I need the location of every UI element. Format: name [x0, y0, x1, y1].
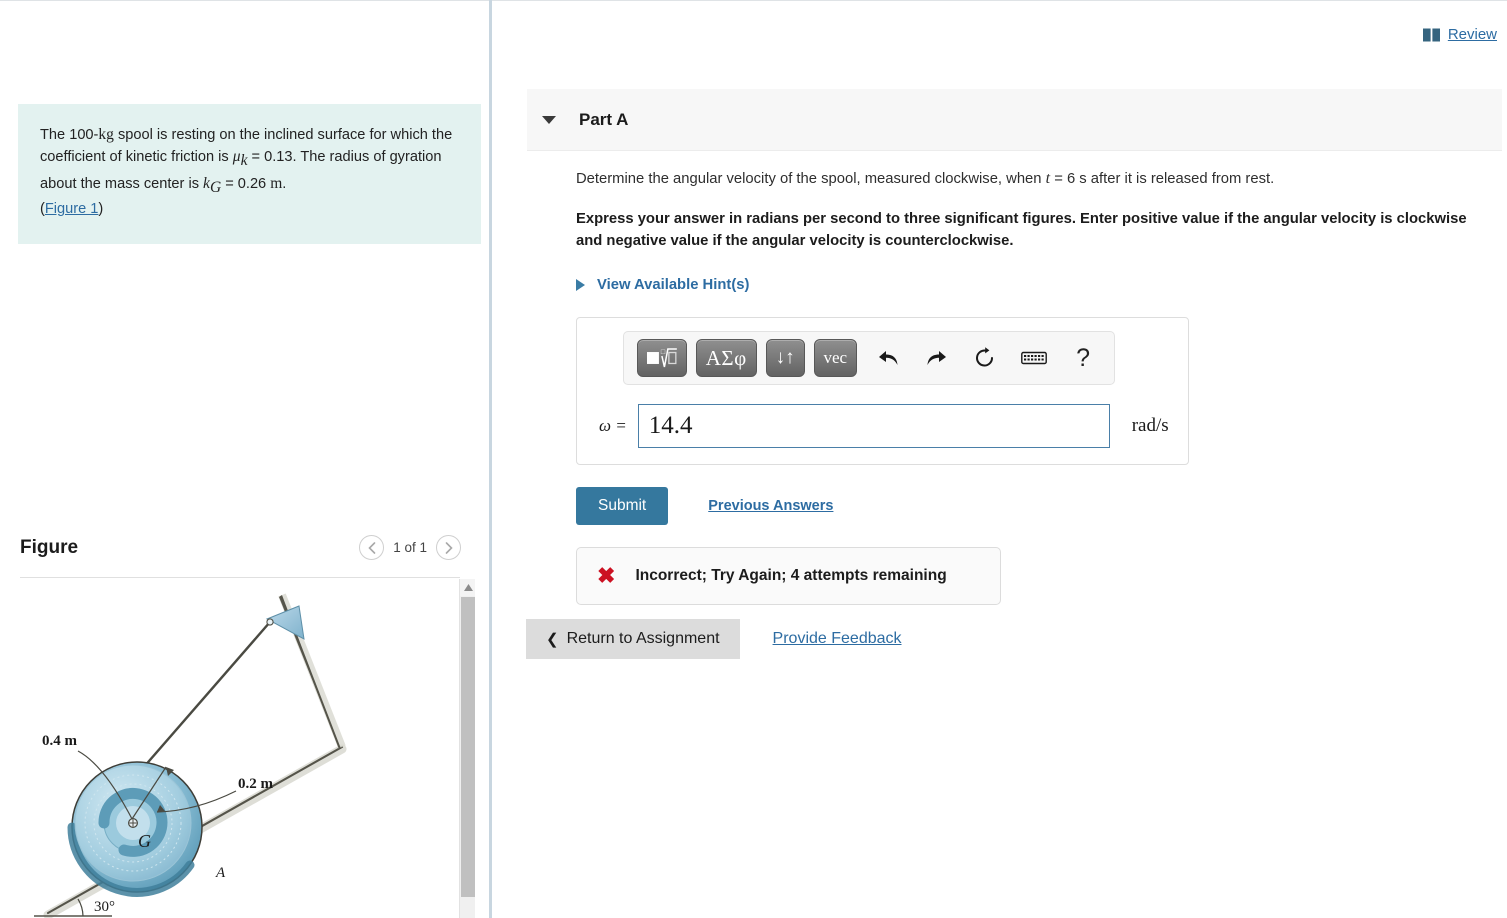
figure-prev-button[interactable] — [359, 535, 385, 560]
figure-1-link[interactable]: Figure 1 — [45, 201, 99, 217]
scrollbar-thumb[interactable] — [461, 597, 475, 897]
right-panel: Review Part A Determine the angular velo… — [492, 0, 1507, 918]
part-a-title: Part A — [579, 109, 629, 129]
help-glyph: ? — [1076, 343, 1091, 372]
greek-label: ΑΣφ — [705, 345, 747, 370]
sort-arrows-button[interactable]: ↓↑ — [765, 339, 805, 378]
submit-button[interactable]: Submit — [576, 487, 669, 526]
label-center-G: G — [138, 831, 151, 851]
help-icon[interactable]: ? — [1065, 340, 1101, 376]
label-outer-radius: 0.4 m — [42, 733, 78, 749]
view-hints-toggle[interactable]: View Available Hint(s) — [576, 277, 1496, 293]
book-icon — [1422, 28, 1440, 41]
caret-right-icon — [576, 279, 585, 292]
spool — [67, 761, 203, 897]
figure-header: Figure 1 of 1 — [20, 533, 475, 575]
figure-nav: 1 of 1 — [359, 535, 461, 560]
undo-icon[interactable] — [870, 340, 906, 376]
greek-symbols-button[interactable]: ΑΣφ — [695, 339, 757, 378]
vec-label: vec — [823, 348, 848, 368]
figure-image-pane: 0.4 m 0.2 m G A 30° — [20, 579, 475, 918]
chevron-right-icon — [445, 541, 453, 554]
return-to-assignment-button[interactable]: ❮ Return to Assignment — [526, 619, 740, 659]
vector-button[interactable]: vec — [813, 339, 857, 378]
paren-close: ) — [98, 201, 104, 218]
cable — [142, 621, 271, 769]
feedback-banner: ✖ Incorrect; Try Again; 4 attempts remai… — [576, 547, 1001, 606]
reset-icon[interactable] — [968, 340, 1004, 376]
arrows-label: ↓↑ — [775, 347, 795, 369]
svg-text:□: □ — [661, 348, 666, 356]
figure-divider — [20, 577, 460, 578]
feedback-text: Incorrect; Try Again; 4 attempts remaini… — [635, 567, 947, 585]
problem-text-5: . — [282, 175, 287, 192]
label-inner-radius: 0.2 m — [238, 776, 274, 792]
figure-next-button[interactable] — [436, 535, 461, 560]
scroll-up-icon[interactable] — [460, 579, 475, 596]
question-prompt: Determine the angular velocity of the sp… — [576, 167, 1496, 191]
chevron-left-icon — [368, 541, 376, 554]
mu-symbol: μ — [232, 148, 241, 166]
kg-subscript: G — [209, 178, 222, 196]
question-body: Determine the angular velocity of the sp… — [576, 167, 1496, 606]
template-radical-button[interactable]: □ — [637, 339, 687, 378]
provide-feedback-link[interactable]: Provide Feedback — [773, 630, 902, 648]
footer-row: ❮ Return to Assignment Provide Feedback — [526, 619, 902, 659]
spool-incline-diagram: 0.4 m 0.2 m G A 30° — [34, 593, 347, 918]
redo-icon[interactable] — [919, 340, 955, 376]
omega-label: ω = — [599, 416, 627, 436]
answer-row: ω = 14.4 rad/s — [591, 404, 1174, 449]
label-contact-A: A — [215, 865, 226, 881]
caret-down-icon[interactable] — [542, 115, 556, 124]
unit-m: m — [270, 174, 283, 192]
problem-statement: The 100-kg spool is resting on the incli… — [18, 104, 481, 245]
problem-text-1: The 100- — [40, 127, 99, 143]
answer-unit: rad/s — [1131, 415, 1169, 437]
x-mark-icon: ✖ — [597, 563, 616, 589]
unit-kg: kg — [98, 126, 114, 143]
label-angle: 30° — [94, 899, 115, 915]
review-link[interactable]: Review — [1448, 26, 1497, 43]
figure-scrollbar[interactable] — [459, 579, 475, 918]
return-label: Return to Assignment — [566, 630, 720, 647]
answer-instruction: Express your answer in radians per secon… — [576, 211, 1467, 250]
submit-row: Submit Previous Answers — [576, 487, 1496, 526]
left-panel: The 100-kg spool is resting on the incli… — [0, 0, 490, 918]
radical-template-icon: □ — [647, 348, 677, 368]
kg-variable: k — [203, 174, 210, 192]
view-hints-label: View Available Hint(s) — [597, 277, 750, 294]
keyboard-icon[interactable] — [1016, 340, 1052, 376]
chevron-left-icon: ❮ — [546, 631, 559, 648]
page-root: The 100-kg spool is resting on the incli… — [0, 0, 1507, 918]
prompt-text-b: = 6 s after it is released from rest. — [1050, 171, 1275, 187]
math-toolbar: □ ΑΣφ ↓↑ vec ? — [623, 331, 1115, 386]
figure-title: Figure — [20, 537, 79, 558]
prompt-text-a: Determine the angular velocity of the sp… — [576, 171, 1046, 187]
previous-answers-link[interactable]: Previous Answers — [708, 498, 833, 514]
problem-text-4: = 0.26 — [221, 175, 271, 192]
figure-counter: 1 of 1 — [393, 540, 427, 555]
answer-input[interactable]: 14.4 — [637, 404, 1110, 449]
answer-panel: □ ΑΣφ ↓↑ vec ? ω = 14.4 rad/s — [576, 317, 1189, 466]
review-row: Review — [1422, 26, 1497, 43]
part-a-header[interactable]: Part A — [527, 89, 1502, 151]
